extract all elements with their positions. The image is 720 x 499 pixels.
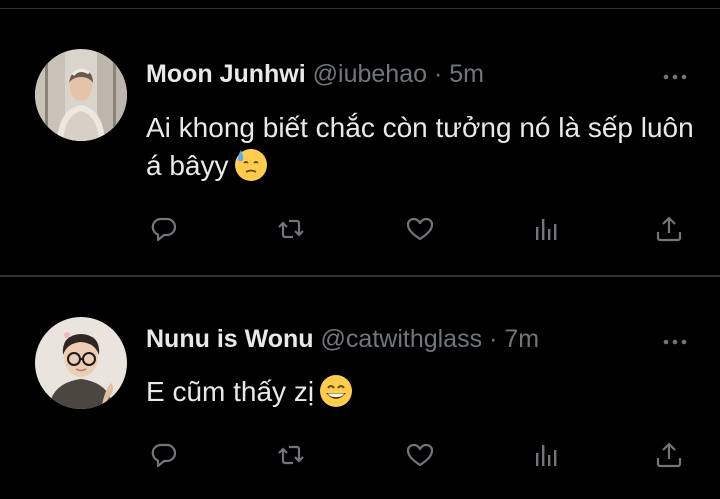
like-button[interactable] [402,435,438,475]
views-icon [536,445,557,466]
grinning-face-with-smiling-eyes-icon [318,373,354,409]
timestamp[interactable]: 5m [449,60,484,88]
share-button[interactable] [651,435,687,475]
retweet-icon [278,219,304,239]
more-icon[interactable] [662,69,688,80]
reply-icon [151,217,177,242]
views-button[interactable] [528,209,564,249]
tweet-text: E cũm thấy zị [146,373,706,411]
separator-dot: · [433,60,443,88]
share-icon [656,216,682,242]
display-name[interactable]: Moon Junhwi [146,60,306,88]
retweet-button[interactable] [273,435,309,475]
avatar[interactable] [35,49,127,141]
separator-dot: · [489,325,498,353]
tweet[interactable]: Moon Junhwi @iubehao · 5m Ai khong biết … [0,9,720,275]
like-icon [406,217,434,241]
views-button[interactable] [528,435,564,475]
reply-button[interactable] [146,209,182,249]
like-icon [406,443,434,467]
tweet-header: Moon Junhwi @iubehao · 5m [146,59,484,89]
like-button[interactable] [402,209,438,249]
downcast-face-with-sweat-icon [233,147,269,183]
avatar[interactable] [35,317,127,409]
reply-icon [151,443,177,468]
share-icon [656,442,682,468]
tweet-actions [146,435,691,475]
tweet[interactable]: Nunu is Wonu @catwithglass · 7m E cũm th… [0,277,720,499]
tweet-header: Nunu is Wonu @catwithglass · 7m [146,324,539,354]
user-handle[interactable]: @catwithglass [321,325,483,353]
retweet-icon [278,445,304,465]
share-button[interactable] [651,209,687,249]
timestamp[interactable]: 7m [504,325,539,353]
tweet-text-content: E cũm thấy zị [146,376,315,407]
tweet-actions [146,209,691,249]
tweet-text-content: Ai khong biết chắc còn tưởng nó là sếp l… [146,112,694,181]
more-icon[interactable] [662,334,688,345]
retweet-button[interactable] [273,209,309,249]
user-handle[interactable]: @iubehao [313,60,427,88]
reply-button[interactable] [146,435,182,475]
tweet-text: Ai khong biết chắc còn tưởng nó là sếp l… [146,109,706,185]
display-name[interactable]: Nunu is Wonu [146,325,314,353]
views-icon [536,219,557,240]
